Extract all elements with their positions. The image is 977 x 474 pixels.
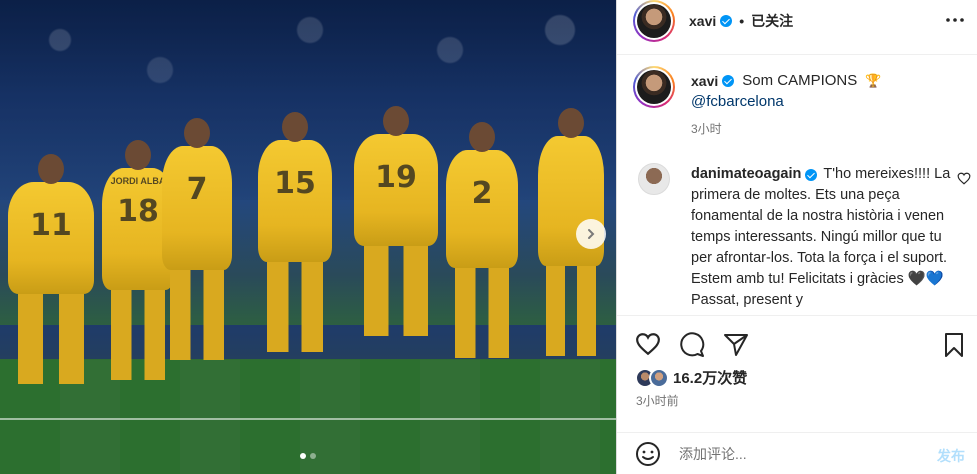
caption-text: Som CAMPIONS: [742, 72, 858, 89]
liker-avatar: [649, 367, 669, 388]
post-timestamp[interactable]: 3小时前: [636, 392, 679, 409]
heart-outline-icon: [957, 172, 971, 185]
caption-username[interactable]: xavi: [691, 73, 718, 89]
chevron-right-icon: [588, 229, 595, 239]
comment-bubble-icon: [680, 332, 705, 357]
add-comment-bar: 发布: [617, 432, 977, 474]
caption-timestamp[interactable]: 3小时: [691, 120, 722, 137]
commenter-avatar[interactable]: [638, 163, 670, 195]
pitch-line: [0, 418, 616, 420]
comment-item: danimateoagain T'ho mereixes!!!! La prim…: [617, 160, 977, 315]
player-jersey: 15: [258, 112, 332, 352]
post-side-panel: xavi • 已关注 xavi Som CAMPIONS 🏆 @fcbarcel…: [616, 0, 977, 474]
post-photo[interactable]: 11 JORDI ALBA 18 7 15 19 2: [0, 0, 616, 474]
bookmark-icon: [945, 333, 963, 357]
next-photo-button[interactable]: [576, 219, 606, 249]
share-button[interactable]: [723, 332, 749, 358]
caption-mention-link[interactable]: @fcbarcelona: [691, 93, 784, 110]
player-jersey: 2: [446, 122, 518, 358]
player-jersey: 11: [8, 154, 94, 384]
more-options-button[interactable]: [945, 10, 965, 30]
carousel-dot: [300, 453, 306, 459]
like-comment-button[interactable]: [957, 172, 971, 190]
emoji-picker-button[interactable]: [635, 441, 661, 467]
paper-plane-icon: [724, 334, 748, 356]
author-username[interactable]: xavi: [689, 13, 716, 29]
verified-badge-icon: [805, 168, 818, 181]
player-jersey: 7: [162, 118, 232, 360]
verified-badge-icon: [720, 15, 733, 27]
save-button[interactable]: [943, 332, 969, 358]
smiley-face-icon: [636, 442, 660, 466]
comment-button[interactable]: [679, 332, 705, 358]
post-comment-button[interactable]: 发布: [937, 446, 965, 466]
likes-count[interactable]: 16.2万次赞: [673, 367, 747, 388]
commenter-username[interactable]: danimateoagain: [691, 164, 801, 185]
like-button[interactable]: [635, 332, 661, 358]
trophy-emoji: 🏆: [865, 72, 882, 88]
player-jersey: 19: [354, 106, 438, 336]
author-avatar[interactable]: [633, 0, 675, 42]
comment-input[interactable]: [679, 441, 909, 467]
caption-author-avatar[interactable]: [633, 66, 675, 108]
verified-badge-icon: [722, 74, 735, 87]
likes-summary[interactable]: 16.2万次赞: [635, 367, 747, 388]
separator: •: [739, 13, 745, 29]
following-button[interactable]: 已关注: [751, 11, 793, 31]
more-horizontal-icon: [946, 18, 964, 22]
carousel-dot: [310, 453, 316, 459]
post-header: xavi • 已关注: [617, 0, 977, 55]
comment-text: T'ho mereixes!!!! La primera de moltes. …: [691, 166, 951, 308]
heart-outline-icon: [636, 333, 660, 356]
carousel-dots: [0, 453, 616, 459]
post-actions: 16.2万次赞 3小时前: [617, 315, 977, 425]
